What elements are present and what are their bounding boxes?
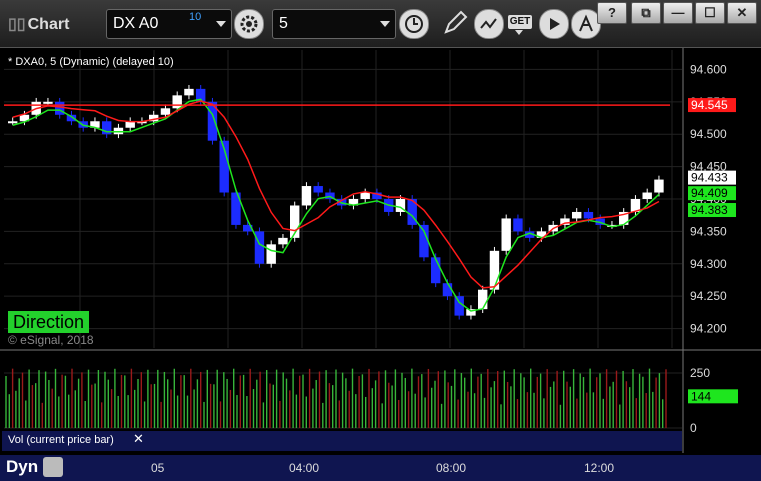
price-tick-label: 94.600 [690,62,727,76]
candle-body [513,218,523,232]
candle-body [278,237,288,245]
price-tick-label: 94.500 [690,127,727,141]
candle-body [478,289,488,310]
dyn-label[interactable]: Dyn [6,457,38,477]
last-price-label: 94.433 [691,171,728,185]
candle-body [431,257,441,284]
time-axis [0,455,761,481]
volume-label: Vol (current price bar) [8,434,114,446]
volume-tick-label: 0 [690,421,697,435]
green-level-label: 94.383 [691,203,728,217]
price-tick-label: 94.350 [690,224,727,238]
candle-body [55,101,65,115]
price-chart[interactable]: 94.60094.55094.50094.45094.40094.35094.3… [0,0,761,481]
volume-tick-label: 250 [690,366,710,380]
candle-body [184,88,194,96]
candle-body [419,224,429,258]
candle-body [172,95,182,109]
candle-body [301,186,312,206]
candle-body [113,127,124,135]
price-tick-label: 94.250 [690,289,727,303]
volume-current-label: 144 [691,389,711,403]
green-average-line [12,98,660,312]
time-label: 04:00 [289,461,320,475]
volume-close-icon[interactable]: ✕ [133,431,144,447]
candle-body [266,244,276,264]
red-level-label: 94.545 [691,98,728,112]
time-label: 12:00 [584,461,615,475]
candle-body [501,218,511,251]
copyright: © eSignal, 2018 [8,333,94,347]
candle-body [160,108,171,115]
chart-label: * DXA0, 5 (Dynamic) (delayed 10) [8,56,174,68]
time-label: 08:00 [436,461,467,475]
candle-body [66,114,77,122]
candle-body [454,296,464,316]
candle-body [572,211,582,219]
price-tick-label: 94.300 [690,257,727,271]
candle-body [654,179,664,193]
candle-body [583,211,594,219]
direction-label: Direction [8,311,90,333]
price-tick-label: 94.200 [690,322,727,336]
candle-body [360,192,370,199]
candle-body [313,186,323,193]
candle-body [642,192,652,199]
candle-body [8,121,18,124]
green-level-label: 94.409 [691,186,728,200]
candle-body [43,101,53,104]
lock-icon[interactable] [43,457,63,477]
time-label: 05 [151,461,165,475]
